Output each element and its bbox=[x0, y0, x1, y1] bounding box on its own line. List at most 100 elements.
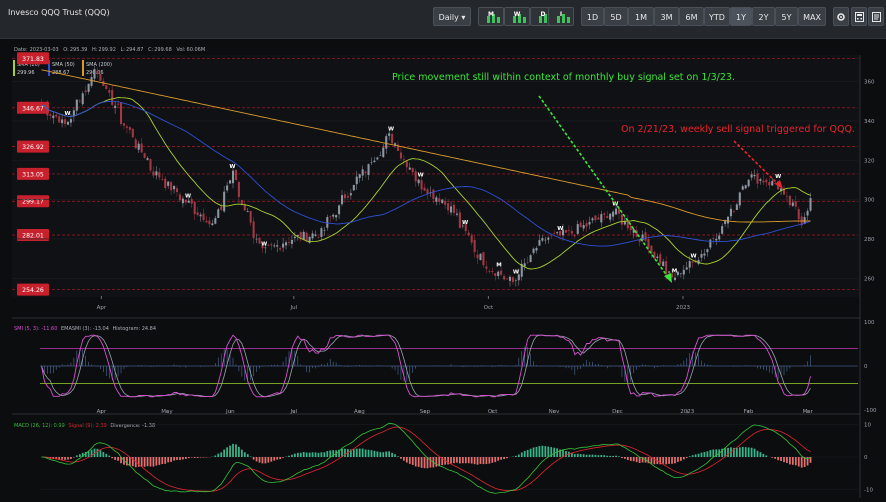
candle-body bbox=[615, 208, 618, 215]
candle-body bbox=[178, 194, 181, 201]
candle-body bbox=[567, 230, 570, 231]
top-toolbar: Invesco QQQ Trust (QQQ) Daily ▾ M W D I … bbox=[0, 0, 886, 39]
candle-body bbox=[479, 253, 482, 261]
price-level-label: 282.01 bbox=[22, 232, 44, 239]
price-y-tick-label: 300 bbox=[864, 198, 875, 204]
candle-body bbox=[220, 206, 223, 210]
candle-body bbox=[514, 280, 517, 281]
smi-x-tick-label: Jul bbox=[289, 409, 297, 415]
candle-body bbox=[158, 172, 161, 178]
candle-body bbox=[794, 201, 797, 207]
range-1m-button[interactable]: 1M bbox=[628, 7, 654, 26]
candle-body bbox=[600, 214, 603, 223]
candle-body bbox=[444, 200, 447, 205]
candle-body bbox=[329, 216, 332, 217]
candle-body bbox=[511, 277, 514, 282]
range-ytd-button[interactable]: YTD bbox=[704, 7, 730, 26]
candle-body bbox=[382, 147, 385, 158]
signal-label: W bbox=[513, 269, 519, 275]
candle-body bbox=[538, 240, 541, 246]
candle-body bbox=[61, 119, 64, 124]
candle-body bbox=[84, 90, 87, 93]
interval-dropdown[interactable]: Daily ▾ bbox=[433, 7, 471, 26]
candle-body bbox=[591, 218, 594, 221]
price-chart-svg[interactable]: Date: 2023-03-03 O:295.39 H:299.92 L:294.… bbox=[0, 40, 886, 498]
range-6m-button[interactable]: 6M bbox=[679, 7, 704, 26]
candle-body bbox=[379, 155, 382, 156]
macd-y-tick-label: 10 bbox=[864, 423, 871, 429]
price-x-tick-label: 2023 bbox=[676, 305, 690, 311]
candle-body bbox=[273, 245, 276, 247]
candle-body bbox=[317, 237, 320, 238]
sell-annotation: On 2/21/23, weekly sell signal triggered… bbox=[621, 124, 855, 135]
range-1y-button[interactable]: 1Y bbox=[730, 7, 752, 26]
candle-body bbox=[122, 123, 126, 126]
monthly-chart-button[interactable]: M bbox=[478, 7, 504, 26]
candle-body bbox=[99, 73, 102, 81]
candle-body bbox=[529, 255, 532, 262]
candle-body bbox=[441, 199, 444, 204]
range-max-button[interactable]: MAX bbox=[798, 7, 826, 26]
calculator-button[interactable] bbox=[851, 7, 867, 26]
candle-body bbox=[361, 169, 364, 176]
smi-y-tick-label: 0 bbox=[864, 364, 868, 370]
notes-icon bbox=[871, 12, 881, 22]
candle-body bbox=[408, 167, 411, 170]
sma20-swatch bbox=[13, 60, 15, 76]
chart-area[interactable]: Date: 2023-03-03 O:295.39 H:299.92 L:294.… bbox=[0, 40, 886, 498]
candle-body bbox=[229, 180, 232, 184]
candle-body bbox=[267, 245, 270, 246]
candle-body bbox=[314, 234, 317, 236]
weekly-label: W bbox=[513, 11, 521, 18]
signal-label: W bbox=[691, 253, 697, 259]
range-2y-button[interactable]: 2Y bbox=[752, 7, 775, 26]
candle-body bbox=[629, 225, 632, 231]
price-y-tick-label: 320 bbox=[864, 158, 875, 164]
range-label: MAX bbox=[803, 13, 821, 22]
range-1d-button[interactable]: 1D bbox=[581, 7, 604, 26]
candle-body bbox=[420, 180, 423, 190]
candle-body bbox=[550, 235, 553, 236]
candle-body bbox=[173, 185, 176, 190]
price-level-label: 346.67 bbox=[22, 105, 44, 112]
candle-body bbox=[234, 169, 237, 181]
range-5d-button[interactable]: 5D bbox=[604, 7, 628, 26]
candle-body bbox=[788, 195, 791, 206]
info-header: Date: 2023-03-03 O:295.39 H:299.92 L:294.… bbox=[14, 47, 205, 53]
candle-body bbox=[131, 128, 134, 138]
range-3m-button[interactable]: 3M bbox=[654, 7, 679, 26]
candle-body bbox=[785, 196, 788, 197]
candle-body bbox=[544, 239, 547, 241]
candle-body bbox=[662, 261, 665, 267]
weekly-chart-button[interactable]: W bbox=[504, 7, 530, 26]
candle-body bbox=[332, 214, 335, 217]
candle-body bbox=[388, 133, 391, 136]
candle-body bbox=[485, 266, 488, 269]
candle-body bbox=[532, 248, 535, 253]
range-label: 1M bbox=[635, 13, 647, 22]
candle-body bbox=[556, 232, 559, 234]
signal-label: W bbox=[462, 220, 468, 226]
candle-body bbox=[497, 271, 500, 277]
smi-x-tick-label: Dec bbox=[612, 409, 623, 415]
signal-label: W bbox=[261, 242, 267, 248]
candle-body bbox=[564, 230, 567, 233]
range-5y-button[interactable]: 5Y bbox=[775, 7, 798, 26]
candle-body bbox=[718, 235, 721, 240]
candle-body bbox=[547, 237, 550, 240]
candle-body bbox=[111, 89, 114, 105]
candle-body bbox=[355, 176, 358, 185]
candle-body bbox=[685, 267, 688, 270]
candle-body bbox=[797, 209, 800, 220]
candle-body bbox=[335, 215, 338, 218]
notes-button[interactable] bbox=[868, 7, 884, 26]
candle-body bbox=[700, 253, 703, 258]
candle-body bbox=[78, 100, 81, 102]
candle-body bbox=[626, 220, 629, 229]
price-level-label: 313.05 bbox=[22, 171, 44, 178]
candle-body bbox=[597, 217, 600, 220]
settings-button[interactable] bbox=[833, 7, 849, 26]
intraday-chart-button[interactable]: I bbox=[548, 7, 574, 26]
candle-body bbox=[809, 198, 812, 211]
candle-body bbox=[223, 191, 226, 212]
